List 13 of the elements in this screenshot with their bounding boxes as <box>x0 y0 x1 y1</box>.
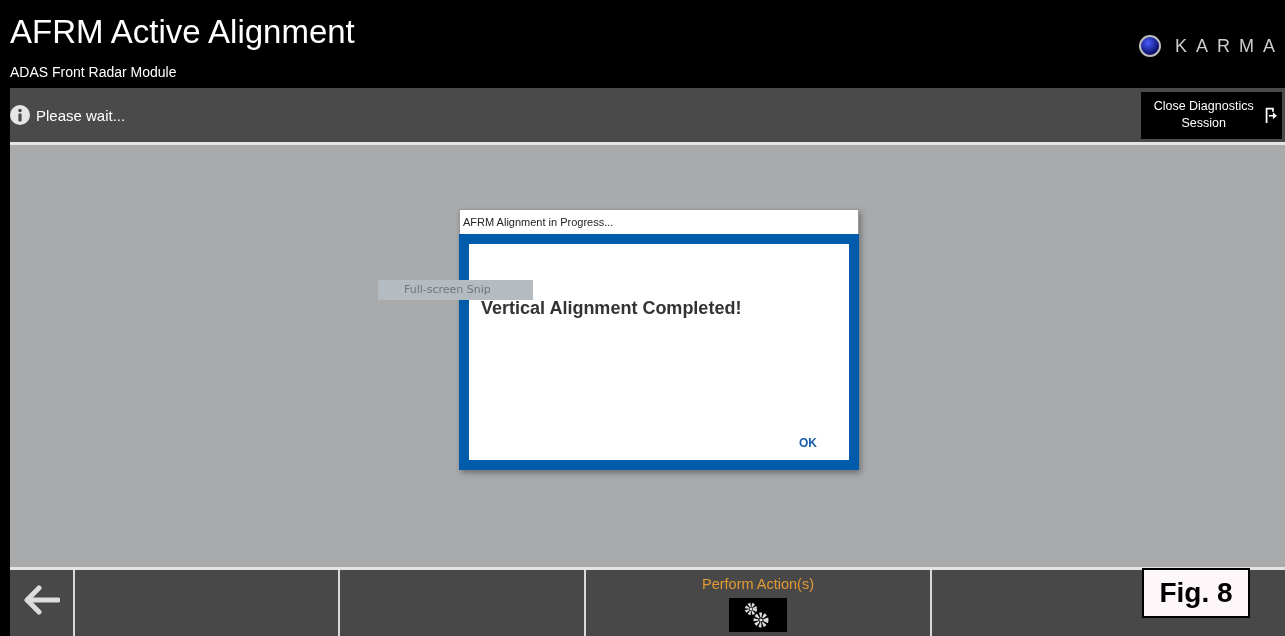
ok-button[interactable]: OK <box>795 434 821 452</box>
gears-icon <box>729 598 787 632</box>
dialog-title: AFRM Alignment in Progress... <box>459 209 859 234</box>
figure-label: Fig. 8 <box>1142 568 1250 618</box>
page-title: AFRM Active Alignment <box>10 12 355 52</box>
left-arrow-icon <box>23 585 60 615</box>
dialog-message: Vertical Alignment Completed! <box>481 298 742 319</box>
status-message: Please wait... <box>36 106 126 124</box>
orb-logo-icon <box>1139 35 1161 57</box>
page-subtitle: ADAS Front Radar Module <box>10 64 178 80</box>
tooltip: Full-screen Snip <box>378 280 533 300</box>
close-session-button[interactable]: Close Diagnostics Session <box>1141 91 1282 139</box>
brand-name: KARMA <box>1175 35 1284 57</box>
